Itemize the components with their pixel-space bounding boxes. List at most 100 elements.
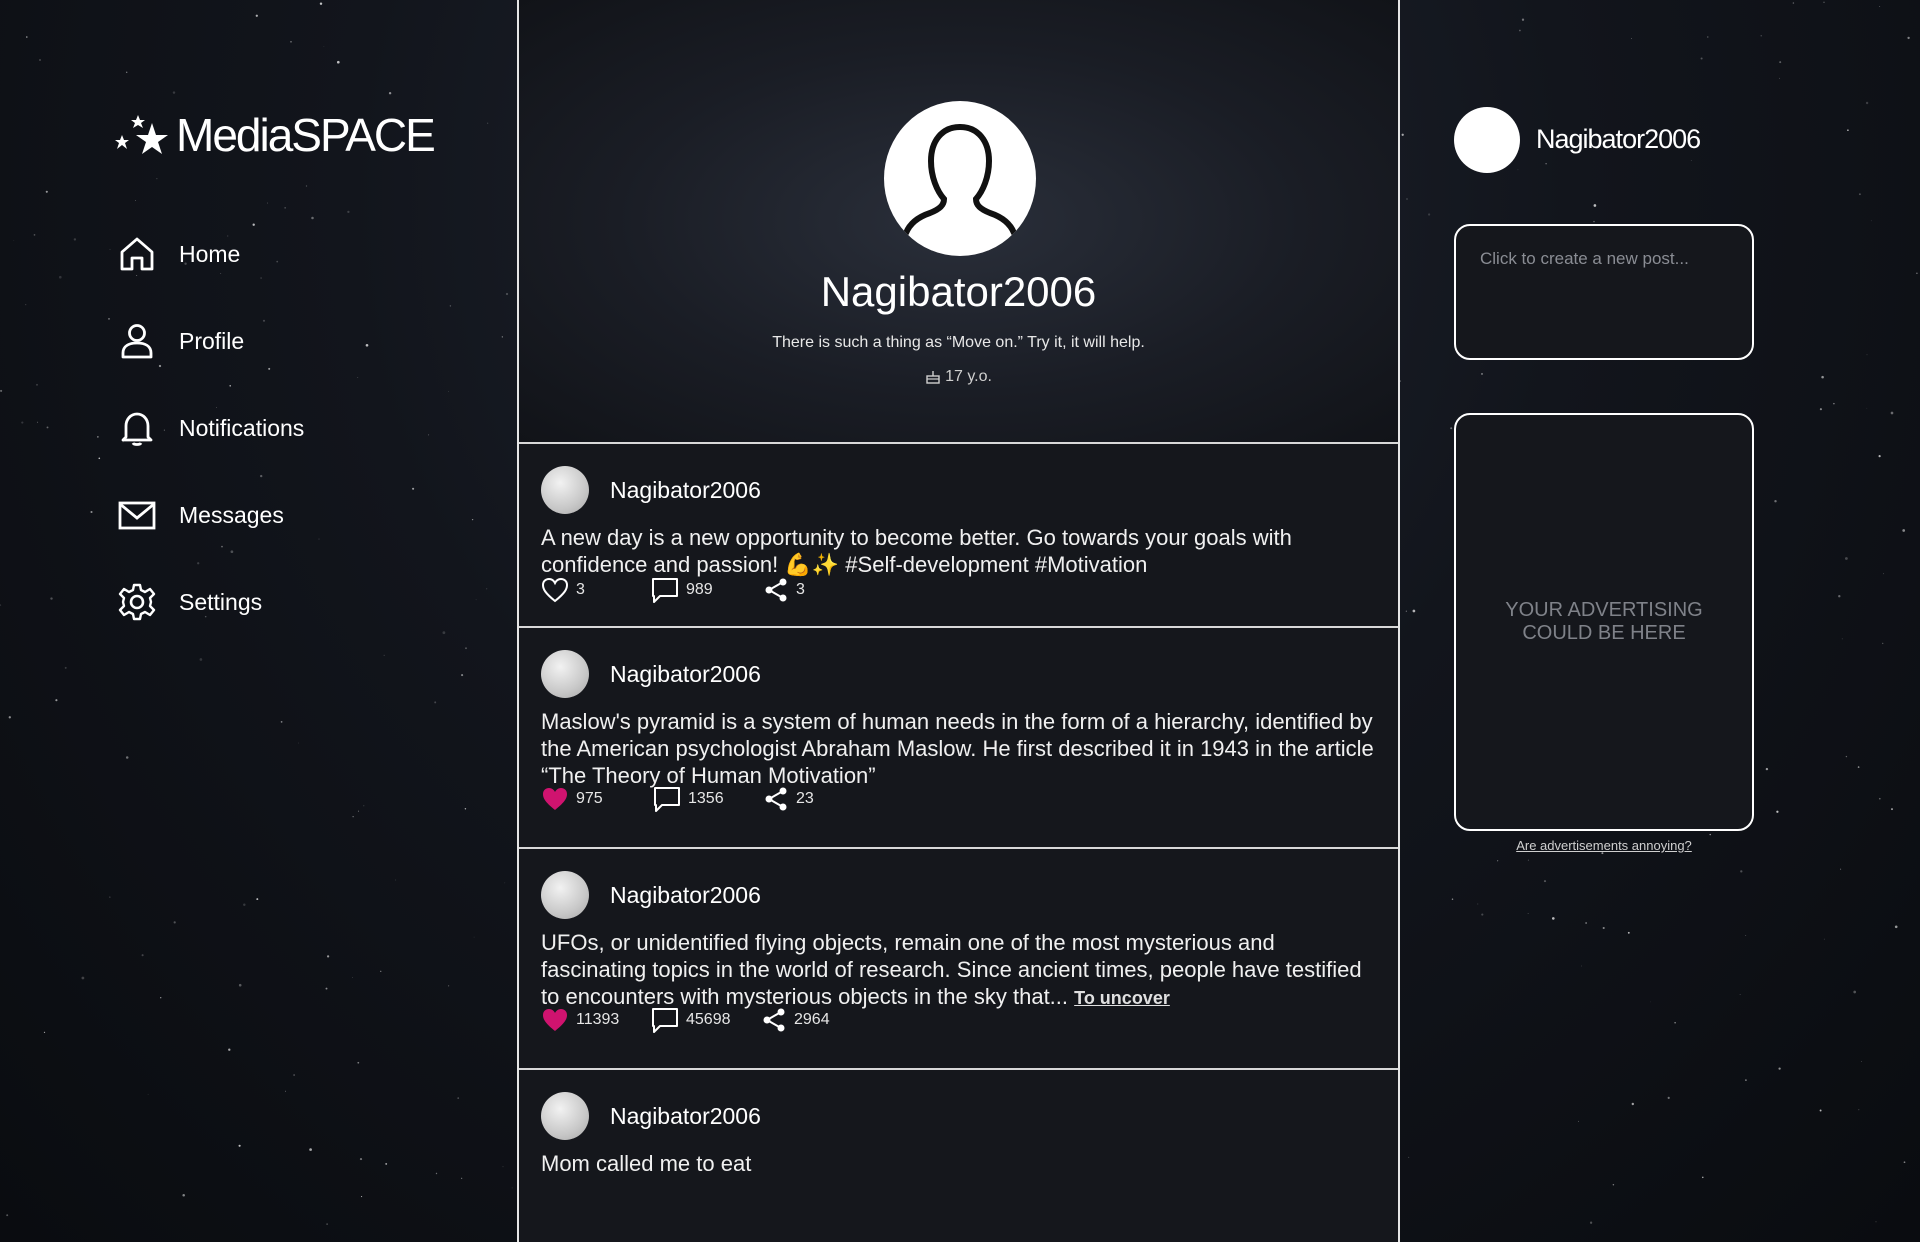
post-author-name[interactable]: Nagibator2006 (610, 477, 761, 504)
star-dot (1866, 354, 1868, 356)
star-dot (1845, 557, 1848, 560)
post-card: Nagibator2006 Mom called me to eat (519, 1070, 1398, 1242)
star-dot (1593, 220, 1595, 223)
home-icon (120, 237, 154, 271)
gear-icon (118, 583, 156, 621)
post-author-avatar[interactable] (541, 466, 589, 514)
post-author-name[interactable]: Nagibator2006 (610, 661, 761, 688)
star-dot (448, 391, 450, 393)
star-dot (1674, 1022, 1676, 1024)
current-user-avatar[interactable] (1454, 107, 1520, 173)
ad-text: YOUR ADVERTISING COULD BE HERE (1505, 599, 1703, 644)
heart-filled-icon (543, 1009, 567, 1031)
share-count: 23 (796, 790, 814, 807)
post-author-avatar[interactable] (541, 871, 589, 919)
comment-icon (654, 787, 680, 812)
star-dot (1690, 160, 1692, 161)
post-text: UFOs, or unidentified flying objects, re… (541, 929, 1381, 1012)
share-count: 3 (796, 581, 805, 598)
star-dot (1521, 18, 1525, 21)
profile-avatar[interactable] (884, 101, 1036, 256)
post-text: A new day is a new opportunity to become… (541, 525, 1292, 577)
star-dot (1779, 77, 1780, 79)
post-author-avatar[interactable] (541, 1092, 589, 1140)
like-button[interactable]: 3 (541, 577, 585, 603)
star-dot (1776, 810, 1779, 813)
star-dot (1858, 1109, 1860, 1111)
star-dot (55, 699, 58, 702)
ads-annoying-link[interactable]: Are advertisements annoying? (1454, 838, 1754, 853)
star-dot (357, 377, 359, 378)
profile-name: Nagibator2006 (820, 268, 1097, 315)
share-button[interactable]: 3 (763, 577, 805, 603)
star-dot (380, 970, 382, 972)
star-dot (1847, 129, 1849, 132)
star-dot (395, 879, 397, 881)
star-dot (1428, 213, 1431, 216)
star-dot (1545, 163, 1547, 165)
like-button[interactable]: 11393 (541, 1007, 619, 1033)
share-button[interactable]: 2964 (761, 1007, 830, 1033)
post-card: Nagibator2006 Maslow's pyramid is a syst… (519, 628, 1398, 849)
comment-button[interactable]: 1356 (653, 785, 724, 813)
new-post-input[interactable]: Click to create a new post... (1454, 224, 1754, 360)
star-dot (388, 91, 392, 95)
ad-banner[interactable]: YOUR ADVERTISING COULD BE HERE (1454, 413, 1754, 831)
star-dot (1819, 408, 1822, 411)
star-dot (1883, 573, 1885, 575)
star-dot (1578, 1120, 1579, 1122)
star-dot (1650, 1001, 1652, 1003)
star-dot (448, 985, 450, 987)
post-author-name[interactable]: Nagibator2006 (610, 1103, 761, 1130)
star-dot (182, 1193, 185, 1197)
post-author-name[interactable]: Nagibator2006 (610, 882, 761, 909)
nav-item-label: Profile (179, 327, 245, 354)
star-dot (1543, 880, 1547, 883)
star-dot (505, 292, 509, 296)
comment-button[interactable]: 989 (651, 576, 713, 604)
star-dot (435, 1172, 438, 1175)
comment-count: 1356 (688, 790, 724, 807)
star-dot (0, 604, 2, 606)
logo-text: MediaSPACE (176, 109, 436, 161)
star-dot (487, 122, 489, 124)
comment-button[interactable]: 45698 (651, 1006, 731, 1034)
star-dot (352, 816, 354, 818)
star-dot (1838, 595, 1841, 598)
star-dot (319, 2, 323, 5)
nav-item-notifications[interactable]: Notifications (117, 402, 304, 454)
star-dot (501, 336, 503, 338)
star-dot (21, 421, 24, 424)
star-dot (1581, 965, 1582, 967)
share-button[interactable]: 23 (763, 786, 814, 812)
post-author-avatar[interactable] (541, 650, 589, 698)
star-dot (238, 983, 242, 987)
star-dot (64, 666, 67, 669)
read-more-link[interactable]: To uncover (1074, 988, 1170, 1008)
star-dot (1589, 1221, 1593, 1224)
star-dot (109, 896, 111, 898)
star-dot (1700, 57, 1703, 60)
star-dot (1405, 610, 1407, 612)
nav-item-messages[interactable]: Messages (117, 489, 304, 541)
star-dot (97, 436, 99, 438)
star-dot (1903, 1161, 1906, 1164)
app-logo[interactable]: MediaSPACE (106, 108, 436, 162)
star-dot (1823, 938, 1825, 940)
star-dot (449, 305, 452, 307)
star-dot (336, 60, 340, 64)
nav-item-home[interactable]: Home (117, 228, 304, 280)
star-dot (109, 248, 111, 250)
profile-age-text: 17 y.o. (945, 368, 992, 385)
star-dot (1631, 38, 1632, 40)
star-dot (8, 716, 11, 719)
current-user-name[interactable]: Nagibator2006 (1536, 124, 1701, 155)
user-silhouette-icon (903, 124, 1017, 236)
nav-item-profile[interactable]: Profile (117, 315, 304, 367)
nav-item-settings[interactable]: Settings (117, 576, 304, 628)
star-dot (1412, 609, 1416, 613)
star-dot (1907, 36, 1910, 40)
star-dot (108, 318, 110, 320)
like-button[interactable]: 975 (541, 786, 603, 812)
star-dot (26, 36, 28, 38)
